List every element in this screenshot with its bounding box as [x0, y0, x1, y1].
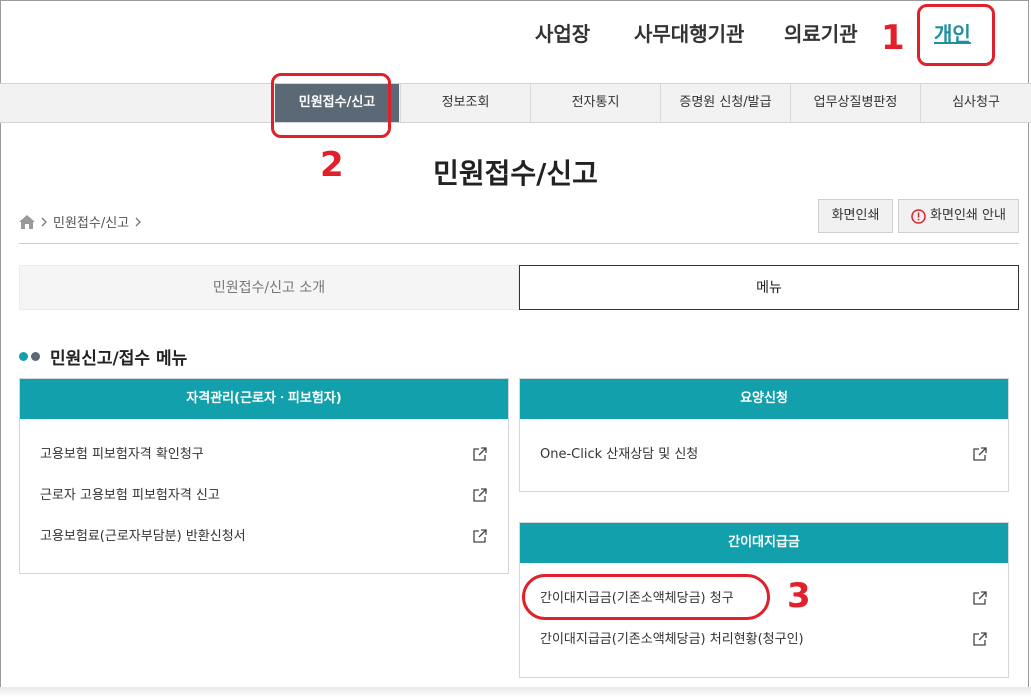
alert-icon — [911, 208, 926, 224]
list-item-label: 고용보험료(근로자부담분) 반환신청서 — [40, 529, 246, 544]
external-link-icon[interactable] — [972, 631, 988, 647]
menu-review-request[interactable]: 심사청구 — [920, 84, 1031, 122]
external-link-icon[interactable] — [472, 528, 488, 544]
print-guide-button[interactable]: 화면인쇄 안내 — [898, 199, 1019, 233]
list-item[interactable]: 고용보험 피보험자격 확인청구 — [40, 445, 488, 465]
list-item[interactable]: One-Click 산재상담 및 신청 — [540, 445, 988, 465]
annotation-number-1: 1 — [881, 18, 905, 58]
annotation-box-1 — [917, 4, 995, 66]
menu-info-lookup[interactable]: 정보조회 — [400, 84, 530, 122]
card-qualification-title: 자격관리(근로자ㆍ피보험자) — [20, 379, 508, 419]
external-link-icon[interactable] — [472, 487, 488, 503]
menu-occupational-disease[interactable]: 업무상질병판정 — [790, 84, 920, 122]
page-title: 민원접수/신고 — [433, 157, 598, 190]
bullet-dots-icon — [19, 352, 40, 361]
card-advance-title: 간이대지급금 — [520, 523, 1008, 563]
nav-agency[interactable]: 사무대행기관 — [634, 18, 744, 47]
divider — [19, 243, 1019, 244]
home-icon[interactable] — [19, 214, 35, 229]
chevron-right-icon — [135, 217, 142, 226]
breadcrumb-current[interactable]: 민원접수/신고 — [53, 212, 129, 231]
frame-shadow — [0, 687, 1031, 697]
menu-certificate[interactable]: 증명원 신청/발급 — [660, 84, 790, 122]
section-title-text: 민원신고/접수 메뉴 — [50, 349, 188, 369]
list-item[interactable]: 간이대지급금(기존소액체당금) 처리현황(청구인) — [540, 630, 988, 650]
tab-intro[interactable]: 민원접수/신고 소개 — [19, 265, 519, 310]
external-link-icon[interactable] — [472, 446, 488, 462]
list-item-label: One-Click 산재상담 및 신청 — [540, 447, 699, 462]
card-qualification: 자격관리(근로자ㆍ피보험자) 고용보험 피보험자격 확인청구 근로자 고용보험 … — [19, 378, 509, 574]
menu-e-notice[interactable]: 전자통지 — [530, 84, 660, 122]
card-care-title: 요양신청 — [520, 379, 1008, 419]
nav-business[interactable]: 사업장 — [535, 18, 590, 47]
user-type-nav: 사업장 사무대행기관 의료기관 개인 — [0, 18, 1031, 52]
external-link-icon[interactable] — [972, 446, 988, 462]
nav-medical[interactable]: 의료기관 — [784, 18, 858, 47]
external-link-icon[interactable] — [972, 590, 988, 606]
main-menu-bar: 민원접수/신고 정보조회 전자통지 증명원 신청/발급 업무상질병판정 심사청구 — [0, 83, 1031, 123]
card-care: 요양신청 One-Click 산재상담 및 신청 — [519, 378, 1009, 492]
list-item[interactable]: 근로자 고용보험 피보험자격 신고 — [40, 486, 488, 506]
chevron-right-icon — [41, 217, 47, 226]
print-button[interactable]: 화면인쇄 — [818, 199, 893, 233]
annotation-box-2 — [271, 73, 391, 138]
annotation-box-3 — [522, 574, 770, 620]
print-guide-label: 화면인쇄 안내 — [930, 208, 1006, 223]
breadcrumb: 민원접수/신고 — [19, 212, 142, 231]
section-title: 민원신고/접수 메뉴 — [19, 344, 187, 369]
list-item[interactable]: 고용보험료(근로자부담분) 반환신청서 — [40, 527, 488, 547]
list-item-label: 근로자 고용보험 피보험자격 신고 — [40, 488, 220, 503]
list-item-label: 고용보험 피보험자격 확인청구 — [40, 447, 204, 462]
list-item-label: 간이대지급금(기존소액체당금) 처리현황(청구인) — [540, 632, 804, 647]
tab-menu[interactable]: 메뉴 — [519, 265, 1019, 310]
annotation-number-3: 3 — [787, 576, 811, 616]
